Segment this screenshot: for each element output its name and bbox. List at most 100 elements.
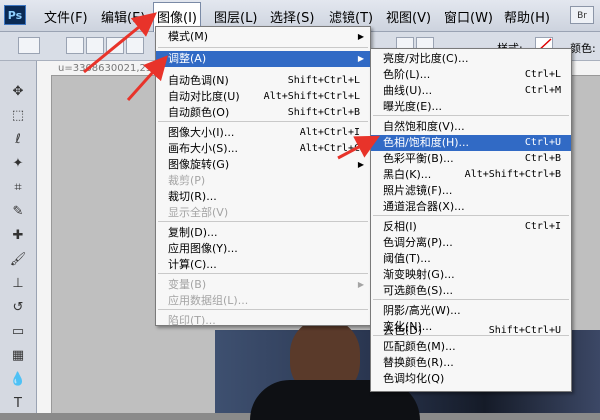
image-menu-item: 变量(B) ▶ [156, 277, 370, 293]
adjust-menu-item[interactable]: 可选颜色(S)... [371, 283, 571, 299]
adjust-menu-item[interactable]: 反相(I) Ctrl+I [371, 219, 571, 235]
menu-item-shortcut: Shift+Ctrl+B [287, 107, 360, 118]
adjust-menu-item[interactable]: 色调分离(P)... [371, 235, 571, 251]
adjust-menu-item[interactable]: 曲线(U)... Ctrl+M [371, 83, 571, 99]
image-menu-item[interactable]: 模式(M) ▶ [156, 29, 370, 45]
menu-item-shortcut: Alt+Ctrl+I [299, 127, 360, 138]
subtract-selection-icon[interactable] [106, 37, 124, 54]
menu-item-label: 画布大小(S)... [168, 142, 239, 155]
adjust-menu-item[interactable]: 渐变映射(G)... [371, 267, 571, 283]
menu-filter[interactable]: 滤镜(T) [329, 7, 373, 26]
image-menu-item: 显示全部(V) [156, 205, 370, 221]
new-selection-icon[interactable] [66, 37, 84, 54]
photoshop-logo: Ps [4, 5, 26, 25]
menu-item-label: 图像旋转(G) [168, 158, 230, 171]
move-tool-icon[interactable]: ✥ [9, 83, 27, 101]
menu-select[interactable]: 选择(S) [270, 7, 314, 26]
clone-stamp-tool-icon[interactable]: ⊥ [9, 275, 27, 293]
adjust-menu-item[interactable]: 色相/饱和度(H)... Ctrl+U [371, 135, 571, 151]
left-ruler [37, 75, 52, 413]
color-label: 颜色: [570, 42, 596, 55]
submenu-arrow-icon: ▶ [357, 32, 364, 41]
menu-item-label: 陷印(T)... [168, 314, 216, 327]
bridge-button[interactable]: Br [570, 6, 594, 24]
lasso-tool-icon[interactable]: ℓ [9, 131, 27, 149]
adjust-menu-item[interactable]: 通道混合器(X)... [371, 199, 571, 215]
menu-item-label: 色阶(L)... [383, 68, 431, 81]
menu-window[interactable]: 窗口(W) [444, 7, 493, 26]
image-menu-item[interactable]: 应用图像(Y)... [156, 241, 370, 257]
menu-file[interactable]: 文件(F) [44, 7, 88, 26]
menu-item-label: 阈值(T)... [383, 252, 431, 265]
adjust-menu-item[interactable]: 亮度/对比度(C)... [371, 51, 571, 67]
brush-tool-icon[interactable]: 🖌 [9, 251, 27, 269]
history-brush-tool-icon[interactable]: ↺ [9, 299, 27, 317]
adjust-menu-item[interactable]: 色调均化(Q) [371, 371, 571, 387]
menu-item-shortcut: Ctrl+L [524, 69, 561, 80]
menu-help[interactable]: 帮助(H) [504, 7, 550, 26]
image-menu-item[interactable]: 复制(D)... [156, 225, 370, 241]
add-selection-icon[interactable] [86, 37, 104, 54]
adjust-menu-item[interactable]: 黑白(K)... Alt+Shift+Ctrl+B [371, 167, 571, 183]
menu-separator [373, 299, 569, 300]
menu-layer[interactable]: 图层(L) [214, 7, 257, 26]
intersect-selection-icon[interactable] [126, 37, 144, 54]
submenu-arrow-icon: ▶ [357, 280, 364, 289]
type-tool-icon[interactable]: T [9, 395, 27, 413]
adjust-submenu: 亮度/对比度(C)... 色阶(L)... Ctrl+L 曲线(U)... Ctrl+M… [370, 48, 572, 392]
magic-wand-tool-icon[interactable]: ✦ [9, 155, 27, 173]
eyedropper-tool-icon[interactable]: ✎ [9, 203, 27, 221]
menu-item-label: 黑白(K)... [383, 168, 432, 181]
image-menu-item: 陷印(T)... [156, 313, 370, 329]
menu-separator [373, 335, 569, 336]
menu-item-label: 曲线(U)... [383, 84, 433, 97]
adjust-menu-item[interactable]: 去色(D) Shift+Ctrl+U [371, 323, 571, 339]
adjust-menu-item[interactable]: 阈值(T)... [371, 251, 571, 267]
menu-item-label: 自然饱和度(V)... [383, 120, 465, 133]
tool-preset-icon[interactable] [18, 37, 40, 54]
menu-item-label: 变量(B) [168, 278, 207, 291]
menu-item-shortcut: Alt+Shift+Ctrl+B [464, 169, 561, 180]
menu-item-shortcut: Ctrl+I [524, 221, 561, 232]
adjust-menu-item[interactable]: 色彩平衡(B)... Ctrl+B [371, 151, 571, 167]
menu-view[interactable]: 视图(V) [386, 7, 431, 26]
blur-tool-icon[interactable]: 💧 [9, 371, 27, 389]
menu-item-label: 替换颜色(R)... [383, 356, 454, 369]
menu-edit[interactable]: 编辑(E) [101, 7, 145, 26]
adjust-menu-item[interactable]: 照片滤镜(F)... [371, 183, 571, 199]
image-menu-item[interactable]: 画布大小(S)... Alt+Ctrl+C [156, 141, 370, 157]
crop-tool-icon[interactable]: ⌗ [9, 179, 27, 197]
image-menu-item[interactable]: 图像旋转(G) ▶ [156, 157, 370, 173]
image-menu-item[interactable]: 自动颜色(O) Shift+Ctrl+B [156, 105, 370, 121]
image-menu-item[interactable]: 自动色调(N) Shift+Ctrl+L [156, 73, 370, 89]
eraser-tool-icon[interactable]: ▭ [9, 323, 27, 341]
adjust-menu-item[interactable]: 自然饱和度(V)... [371, 119, 571, 135]
healing-brush-tool-icon[interactable]: ✚ [9, 227, 27, 245]
adjust-menu-item[interactable]: 替换颜色(R)... [371, 355, 571, 371]
menu-item-label: 色调分离(P)... [383, 236, 453, 249]
image-menu-item[interactable]: 自动对比度(U) Alt+Shift+Ctrl+L [156, 89, 370, 105]
menu-item-label: 自动颜色(O) [168, 106, 230, 119]
adjust-menu-item[interactable]: 色阶(L)... Ctrl+L [371, 67, 571, 83]
menu-item-label: 照片滤镜(F)... [383, 184, 453, 197]
menu-item-label: 显示全部(V) [168, 206, 229, 219]
gradient-tool-icon[interactable]: ▦ [9, 347, 27, 365]
adjust-menu-item[interactable]: 阴影/高光(W)... [371, 303, 571, 319]
menu-item-label: 色调均化(Q) [383, 372, 445, 385]
menu-item-label: 去色(D) [383, 324, 423, 337]
menu-separator [158, 47, 368, 48]
image-menu-item[interactable]: 计算(C)... [156, 257, 370, 273]
image-menu-item[interactable]: 裁切(R)... [156, 189, 370, 205]
menu-item-label: 色相/饱和度(H)... [383, 136, 470, 149]
menu-item-label: 复制(D)... [168, 226, 218, 239]
menu-item-shortcut: Ctrl+B [524, 153, 561, 164]
submenu-arrow-icon: ▶ [357, 54, 364, 63]
menu-item-label: 应用数据组(L)... [168, 294, 249, 307]
menu-separator [373, 215, 569, 216]
adjust-menu-item[interactable]: 曝光度(E)... [371, 99, 571, 115]
menu-item-label: 应用图像(Y)... [168, 242, 238, 255]
adjust-menu-item[interactable]: 匹配颜色(M)... [371, 339, 571, 355]
image-menu-item[interactable]: 调整(A) ▶ [156, 51, 370, 67]
marquee-tool-icon[interactable]: ⬚ [9, 107, 27, 125]
image-menu-item[interactable]: 图像大小(I)... Alt+Ctrl+I [156, 125, 370, 141]
